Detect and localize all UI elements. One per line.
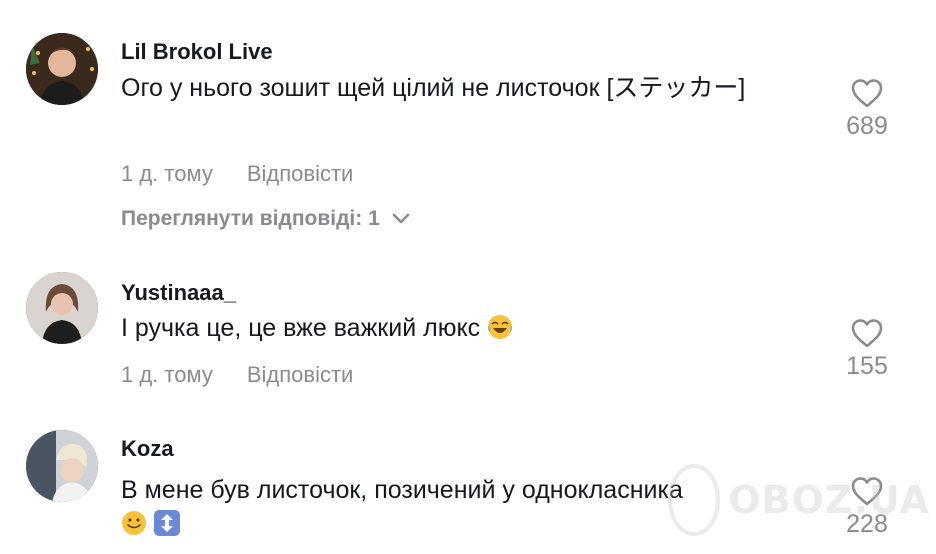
comment-item: Koza В мене був листочок, позичений у од… (0, 410, 936, 554)
comment-item: Lil Brokol Live Ого у нього зошит щей ці… (0, 0, 936, 250)
comment-text: Ого у нього зошит щей цілий не листочок … (121, 74, 746, 102)
comment-meta: 1 д. тому Відповісти (121, 161, 353, 187)
comment-time: 1 д. тому (121, 161, 213, 186)
avatar[interactable] (26, 272, 98, 344)
heart-outline-icon (851, 79, 883, 108)
heart-outline-icon (851, 477, 883, 506)
avatar[interactable] (26, 33, 98, 105)
comment-text-content: В мене був листочок, позичений у однокла… (121, 476, 683, 504)
tears-of-joy-emoji-icon (488, 315, 513, 339)
up-down-arrow-emoji-icon (153, 510, 180, 536)
comment-text: І ручка це, це вже важкий люкс (121, 311, 811, 345)
reply-button[interactable]: Відповісти (247, 161, 354, 186)
like-count: 689 (846, 112, 888, 140)
like-button[interactable]: 689 (822, 78, 912, 141)
comment-username[interactable]: Koza (121, 436, 174, 462)
heart-outline-icon (851, 319, 883, 348)
slightly-smiling-emoji-icon (122, 511, 146, 535)
like-button[interactable]: 228 (822, 476, 912, 539)
comment-username[interactable]: Lil Brokol Live (121, 39, 273, 65)
like-button[interactable]: 155 (822, 318, 912, 381)
comment-username[interactable]: Yustinaaa_ (121, 280, 236, 306)
avatar[interactable] (26, 430, 98, 502)
view-replies-button[interactable]: Переглянути відповіді: 1 (121, 207, 410, 231)
comment-time: 1 д. тому (121, 362, 213, 387)
view-replies-label: Переглянути відповіді: 1 (121, 207, 380, 230)
like-count: 228 (846, 510, 888, 538)
chevron-down-icon (392, 213, 410, 224)
comment-item: Yustinaaa_ І ручка це, це вже важкий люк… (0, 250, 936, 410)
reply-button[interactable]: Відповісти (247, 362, 354, 387)
comment-meta: 1 д. тому Відповісти (121, 362, 353, 388)
like-count: 155 (846, 352, 888, 380)
comment-text: В мене був листочок, позичений у однокла… (121, 473, 811, 541)
comment-text-content: І ручка це, це вже важкий люкс (121, 314, 481, 342)
